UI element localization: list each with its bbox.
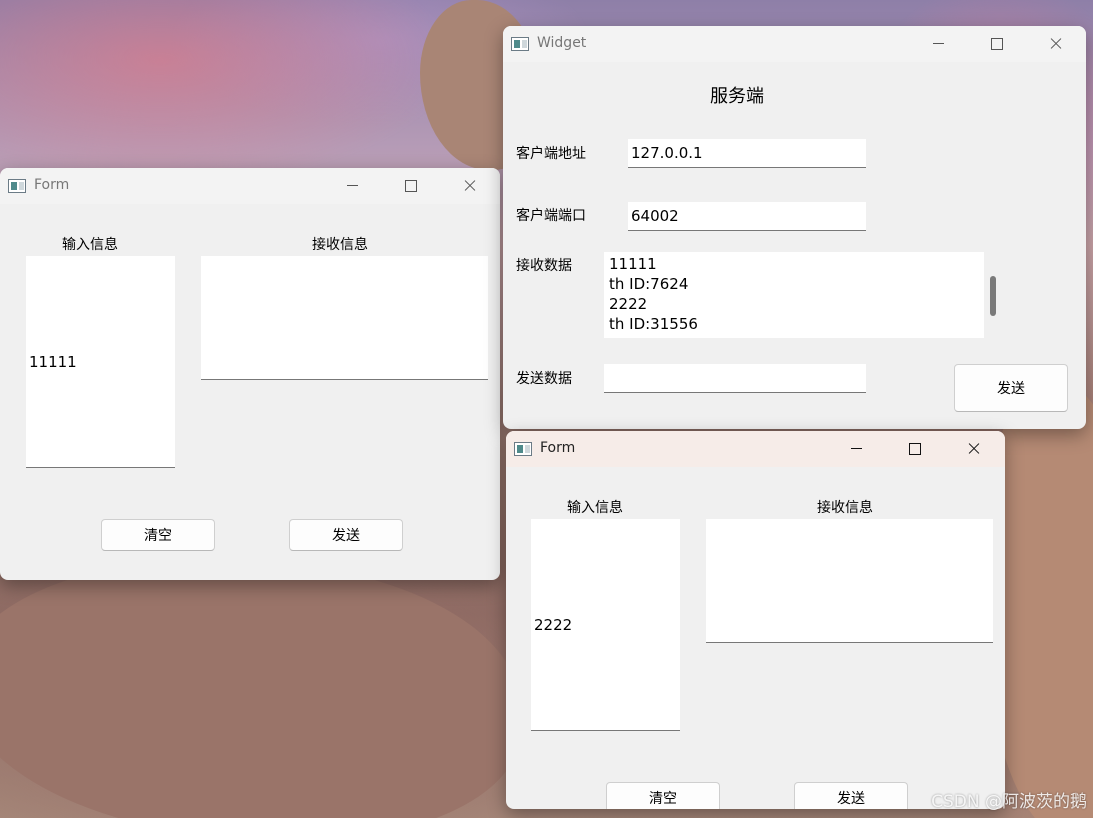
minimize-icon[interactable] bbox=[842, 437, 872, 461]
send-button[interactable]: 发送 bbox=[954, 364, 1068, 412]
app-icon bbox=[514, 442, 532, 456]
app-icon bbox=[8, 179, 26, 193]
app-icon bbox=[511, 37, 529, 51]
send-data-label: 发送数据 bbox=[516, 371, 572, 387]
server-widget-window: Widget 服务端 客户端地址 127.0.0.1 客户端端口 64002 接… bbox=[503, 26, 1086, 429]
server-heading: 服务端 bbox=[710, 86, 764, 107]
input-info-textbox[interactable]: 2222 bbox=[531, 519, 680, 731]
wallpaper-rock bbox=[0, 560, 520, 818]
maximize-icon[interactable] bbox=[982, 32, 1012, 56]
clear-button[interactable]: 清空 bbox=[101, 519, 215, 551]
window-title: Widget bbox=[537, 35, 587, 51]
send-button[interactable]: 发送 bbox=[289, 519, 403, 551]
receive-info-textbox[interactable] bbox=[706, 519, 993, 643]
receive-data-label: 接收数据 bbox=[516, 258, 572, 274]
input-info-label: 输入信息 bbox=[62, 237, 118, 253]
close-icon[interactable] bbox=[455, 174, 485, 198]
input-info-textbox[interactable]: 11111 bbox=[26, 256, 175, 468]
client-form-window-right: Form 输入信息 接收信息 2222 清空 发送 bbox=[506, 431, 1005, 809]
receive-data-textbox[interactable]: 11111 th ID:7624 2222 th ID:31556 bbox=[604, 252, 984, 338]
client-port-field[interactable]: 64002 bbox=[628, 202, 866, 231]
maximize-icon[interactable] bbox=[396, 174, 426, 198]
receive-info-textbox[interactable] bbox=[201, 256, 488, 380]
window-title: Form bbox=[540, 440, 576, 456]
send-data-field[interactable] bbox=[604, 364, 866, 393]
clear-button[interactable]: 清空 bbox=[606, 782, 720, 809]
client-port-label: 客户端端口 bbox=[516, 208, 586, 224]
send-button[interactable]: 发送 bbox=[794, 782, 908, 809]
title-bar[interactable]: Widget bbox=[503, 26, 1086, 62]
window-title: Form bbox=[34, 177, 70, 193]
close-icon[interactable] bbox=[959, 437, 989, 461]
receive-data-scrollbar[interactable] bbox=[990, 276, 996, 316]
watermark: CSDN @阿波茨的鹅 bbox=[931, 792, 1087, 812]
client-form-window-left: Form 输入信息 接收信息 11111 清空 发送 bbox=[0, 168, 500, 580]
close-icon[interactable] bbox=[1041, 32, 1071, 56]
receive-info-label: 接收信息 bbox=[817, 500, 873, 516]
client-address-field[interactable]: 127.0.0.1 bbox=[628, 139, 866, 168]
receive-info-label: 接收信息 bbox=[312, 237, 368, 253]
input-info-label: 输入信息 bbox=[567, 500, 623, 516]
minimize-icon[interactable] bbox=[338, 174, 368, 198]
title-bar[interactable]: Form bbox=[0, 168, 500, 204]
title-bar[interactable]: Form bbox=[506, 431, 1005, 467]
maximize-icon[interactable] bbox=[900, 437, 930, 461]
client-address-label: 客户端地址 bbox=[516, 146, 586, 162]
minimize-icon[interactable] bbox=[924, 32, 954, 56]
